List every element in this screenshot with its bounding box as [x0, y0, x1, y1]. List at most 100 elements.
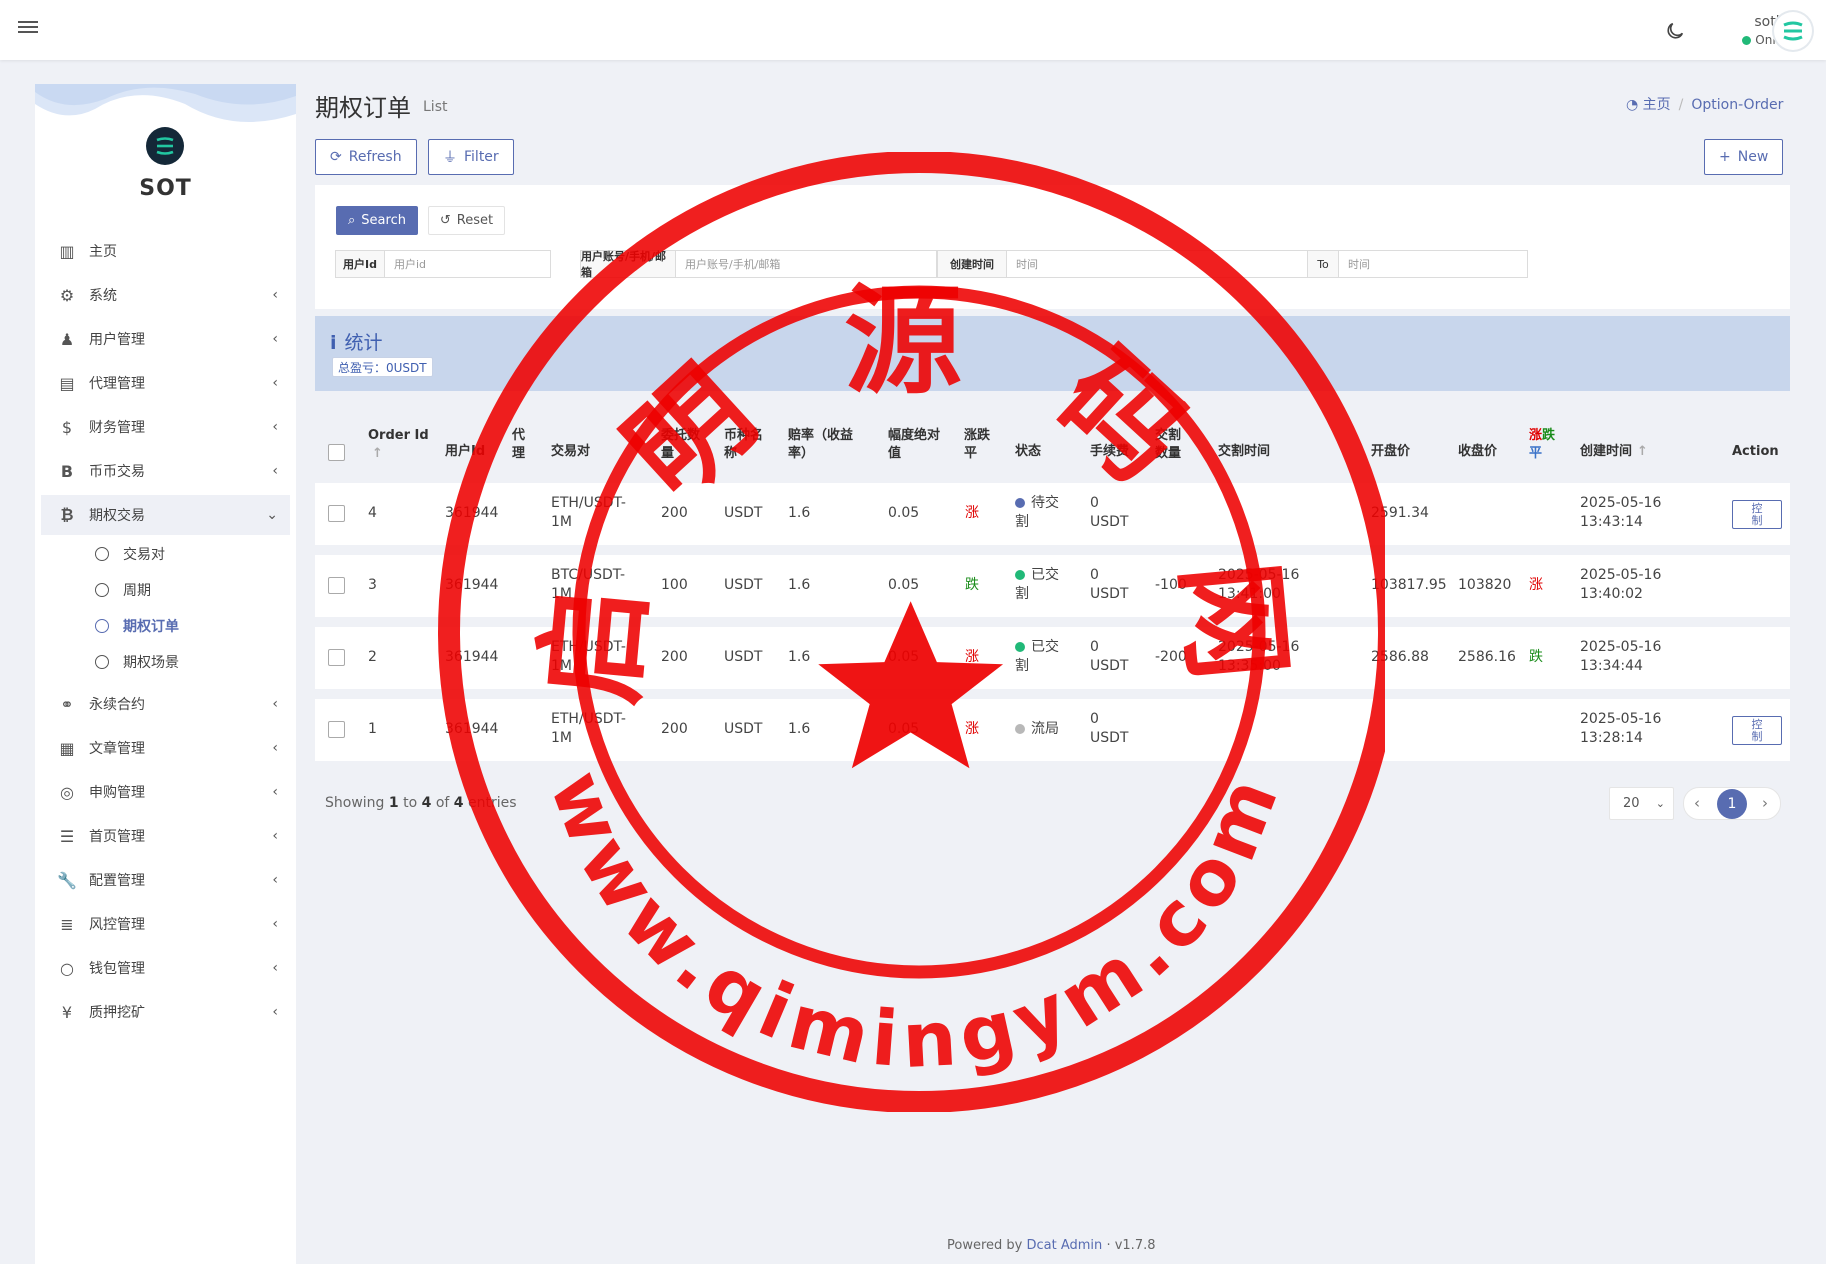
- control-button[interactable]: 控制: [1732, 500, 1782, 529]
- sidebar-item-wallet[interactable]: ○ 钱包管理 ‹: [41, 948, 290, 988]
- new-button[interactable]: + New: [1704, 139, 1784, 175]
- cell-close-price: 103820: [1458, 577, 1512, 593]
- cell-created-line1: 2025-05-16: [1580, 567, 1662, 583]
- cell-range: 0.05: [888, 649, 920, 665]
- chevron-down-icon: ⌄: [1655, 797, 1665, 810]
- sidebar-item-risk[interactable]: ≣ 风控管理 ‹: [41, 904, 290, 944]
- dark-mode-icon[interactable]: [1664, 20, 1686, 42]
- created-time-end-input[interactable]: 时间: [1338, 250, 1528, 278]
- th-result-flat: 平: [1529, 446, 1543, 461]
- sidebar-subitem-scenes[interactable]: 期权场景: [95, 648, 179, 676]
- sidebar-item-label: 系统: [89, 288, 117, 304]
- chevron-left-icon: ‹: [272, 872, 278, 888]
- sidebar-item-label: 申购管理: [89, 785, 145, 801]
- th-range: 幅度绝对值: [888, 428, 941, 461]
- cell-odds: 1.6: [788, 577, 811, 593]
- cell-odds: 1.6: [788, 721, 811, 737]
- cell-coin: USDT: [724, 721, 763, 737]
- circle-icon: [95, 547, 109, 561]
- sidebar-item-label: 首页管理: [89, 829, 145, 845]
- sidebar-item-agents[interactable]: ▤ 代理管理 ‹: [41, 363, 290, 403]
- menu-toggle-icon[interactable]: [18, 18, 38, 38]
- th-created[interactable]: 创建时间 ↑: [1580, 443, 1648, 461]
- search-button[interactable]: ⌕ Search: [336, 206, 418, 235]
- next-page-icon[interactable]: ›: [1762, 794, 1768, 812]
- uid-label: 用户Id: [335, 250, 385, 278]
- account-input[interactable]: 用户账号/手机/邮箱: [675, 250, 937, 278]
- sidebar-item-options[interactable]: ₿ 期权交易 ⌄: [41, 495, 290, 535]
- stats-title-text: 统计: [344, 332, 383, 354]
- undo-icon: ↺: [439, 213, 451, 228]
- reset-button[interactable]: ↺ Reset: [428, 206, 505, 235]
- sidebar-subitem-option-orders[interactable]: 期权订单: [95, 612, 179, 640]
- sidebar-subitem-label: 期权场景: [123, 655, 179, 671]
- plus-icon: +: [1719, 149, 1731, 165]
- filter-label: Filter: [464, 149, 499, 165]
- table-row: 1 361944 ETH/USDT- 1M 200 USDT 1.6 0.05 涨 流局 0 USDT…: [315, 699, 1790, 761]
- filter-button[interactable]: ⏚ Filter: [428, 139, 514, 175]
- sidebar-item-spot[interactable]: B 币币交易 ‹: [41, 451, 290, 491]
- sidebar-item-finance[interactable]: $ 财务管理 ‹: [41, 407, 290, 447]
- dcat-admin-link[interactable]: Dcat Admin: [1027, 1238, 1103, 1253]
- circle-icon: [95, 619, 109, 633]
- breadcrumb-home[interactable]: 主页: [1643, 97, 1671, 113]
- cell-pair-line2: 1M: [551, 658, 572, 674]
- uid-input[interactable]: 用户id: [384, 250, 551, 278]
- th-delivery-time: 交割时间: [1218, 444, 1271, 459]
- row-checkbox[interactable]: [328, 721, 345, 738]
- select-all-checkbox[interactable]: [328, 444, 345, 461]
- cell-amount: 200: [661, 505, 688, 521]
- sidebar-subitem-label: 周期: [123, 583, 151, 599]
- bitcoin-icon: ₿: [60, 505, 74, 524]
- footer-separator: ·: [1106, 1238, 1111, 1253]
- sidebar-item-articles[interactable]: ▦ 文章管理 ‹: [41, 728, 290, 768]
- page-subtitle: List: [423, 99, 448, 115]
- refresh-button[interactable]: ⟳ Refresh: [315, 139, 417, 175]
- current-page-button[interactable]: 1: [1717, 789, 1747, 819]
- sidebar-item-system[interactable]: ⚙ 系统 ‹: [41, 275, 290, 315]
- pagination-entries: entries: [467, 795, 517, 811]
- cell-status-line1: 已交: [1015, 638, 1059, 657]
- cell-open-price: 2586.88: [1371, 649, 1429, 665]
- sidebar-item-config[interactable]: 🔧 配置管理 ‹: [41, 860, 290, 900]
- th-fee: 手续费: [1090, 444, 1130, 459]
- created-time-label: 创建时间: [937, 250, 1007, 278]
- prev-page-icon[interactable]: ‹: [1694, 794, 1700, 812]
- chevron-left-icon: ‹: [272, 740, 278, 756]
- sidebar-item-home[interactable]: ▥ 主页: [41, 231, 290, 271]
- sidebar-item-subscription[interactable]: ◎ 申购管理 ‹: [41, 772, 290, 812]
- th-result-up: 涨: [1529, 428, 1543, 443]
- th-order-id[interactable]: Order Id ↑: [368, 427, 429, 463]
- avatar[interactable]: [1774, 12, 1812, 50]
- row-checkbox[interactable]: [328, 649, 345, 666]
- cell-pair: ETH/USDT- 1M: [551, 710, 626, 748]
- cell-open-price: 103817.95: [1371, 577, 1447, 593]
- version-text: v1.7.8: [1114, 1238, 1156, 1253]
- sidebar-subitem-periods[interactable]: 周期: [95, 576, 151, 604]
- sidebar-item-perpetual[interactable]: ⚭ 永续合约 ‹: [41, 684, 290, 724]
- cell-status-text: 流局: [1031, 721, 1059, 737]
- sidebar-subitem-pairs[interactable]: 交易对: [95, 540, 165, 568]
- row-checkbox[interactable]: [328, 505, 345, 522]
- pagination-showing: Showing: [325, 795, 385, 811]
- id-card-icon: ▤: [59, 373, 75, 393]
- sidebar-item-staking[interactable]: ¥ 质押挖矿 ‹: [41, 992, 290, 1032]
- cell-status-text: 待交: [1031, 495, 1059, 511]
- cell-status-line2: 割: [1015, 514, 1029, 530]
- row-checkbox[interactable]: [328, 577, 345, 594]
- total-pnl-badge: 总盈亏：0USDT: [332, 357, 433, 377]
- control-button[interactable]: 控制: [1732, 716, 1782, 745]
- table-row: 4 361944 ETH/USDT- 1M 200 USDT 1.6 0.05 涨 待交割 0 USD…: [315, 483, 1790, 545]
- chevron-left-icon: ‹: [272, 287, 278, 303]
- cell-direction: 跌: [965, 577, 979, 593]
- status-dot-icon: [1015, 498, 1025, 508]
- sidebar-item-users[interactable]: ♟ 用户管理 ‹: [41, 319, 290, 359]
- search-icon: ⌕: [348, 213, 356, 228]
- circle-icon: [95, 655, 109, 669]
- sidebar-item-homepage[interactable]: ☰ 首页管理 ‹: [41, 816, 290, 856]
- per-page-select[interactable]: 20 ⌄: [1609, 787, 1674, 820]
- cell-odds: 1.6: [788, 649, 811, 665]
- info-icon: i: [330, 332, 337, 354]
- created-time-start-input[interactable]: 时间: [1006, 250, 1308, 278]
- cell-fee-line2: USDT: [1090, 658, 1129, 674]
